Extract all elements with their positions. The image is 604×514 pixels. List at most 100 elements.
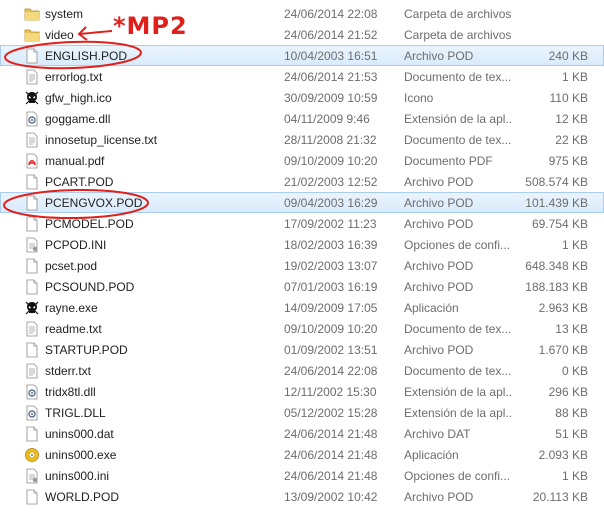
text-file-icon	[24, 321, 40, 337]
file-name: PCPOD.INI	[45, 238, 107, 252]
file-type: Aplicación	[404, 448, 459, 462]
file-type: Archivo DAT	[404, 427, 471, 441]
file-row[interactable]: rayne.exe 14/09/2009 17:05 Aplicación 2.963…	[0, 297, 604, 318]
file-date: 28/11/2008 21:32	[284, 133, 377, 147]
folder-icon	[24, 27, 40, 43]
file-date: 24/06/2014 21:52	[284, 28, 378, 42]
file-row[interactable]: pcset.pod 19/02/2003 13:07 Archivo POD 648.…	[0, 255, 604, 276]
file-row[interactable]: unins000.exe 24/06/2014 21:48 Aplicación 2.…	[0, 444, 604, 465]
file-size: 240 KB	[548, 49, 588, 63]
file-type: Extensión de la apl...	[404, 112, 512, 126]
file-date: 19/02/2003 13:07	[284, 259, 378, 273]
file-list: system 24/06/2014 22:08 Carpeta de archivo…	[0, 3, 604, 507]
file-size: 975 KB	[548, 154, 588, 168]
file-row[interactable]: PCSOUND.POD 07/01/2003 16:19 Archivo POD 18…	[0, 276, 604, 297]
file-row[interactable]: unins000.ini 24/06/2014 21:48 Opciones de …	[0, 465, 604, 486]
file-row[interactable]: PCMODEL.POD 17/09/2002 11:23 Archivo POD 69…	[0, 213, 604, 234]
file-type: Documento de tex...	[404, 70, 512, 84]
dll-file-icon	[24, 384, 40, 400]
file-name: readme.txt	[45, 322, 102, 336]
file-row[interactable]: STARTUP.POD 01/09/2002 13:51 Archivo POD 1.…	[0, 339, 604, 360]
file-type: Opciones de confi...	[404, 238, 511, 252]
file-type: Archivo POD	[404, 280, 474, 294]
file-type: Documento de tex...	[404, 322, 512, 336]
file-type: Archivo POD	[404, 49, 474, 63]
text-file-icon	[24, 69, 40, 85]
pdf-file-icon	[24, 153, 40, 169]
file-date: 24/06/2014 21:53	[284, 70, 378, 84]
file-row[interactable]: PCENGVOX.POD 09/04/2003 16:29 Archivo POD 1…	[0, 192, 604, 213]
ini-file-icon	[24, 237, 40, 253]
file-icon	[24, 426, 40, 442]
file-type: Aplicación	[404, 301, 459, 315]
file-row[interactable]: goggame.dll 04/11/2009 9:46 Extensión de l…	[0, 108, 604, 129]
file-name: PCSOUND.POD	[45, 280, 135, 294]
file-type: Archivo POD	[404, 343, 474, 357]
file-type: Documento de tex...	[404, 133, 512, 147]
file-name: unins000.ini	[45, 469, 110, 483]
file-row[interactable]: innosetup_license.txt 28/11/2008 21:32 Doc…	[0, 129, 604, 150]
file-row[interactable]: stderr.txt 24/06/2014 22:08 Documento de t…	[0, 360, 604, 381]
file-date: 04/11/2009 9:46	[284, 112, 370, 126]
ini-file-icon	[24, 468, 40, 484]
file-date: 13/09/2002 10:42	[284, 490, 378, 504]
file-row[interactable]: PCPOD.INI 18/02/2003 16:39 Opciones de con…	[0, 234, 604, 255]
file-size: 69.754 KB	[531, 217, 588, 231]
file-row[interactable]: unins000.dat 24/06/2014 21:48 Archivo DAT 5…	[0, 423, 604, 444]
file-date: 24/06/2014 22:08	[284, 7, 378, 21]
file-size: 2.963 KB	[538, 301, 588, 315]
file-name: errorlog.txt	[45, 70, 103, 84]
dll-file-icon	[24, 405, 40, 421]
file-type: Archivo POD	[404, 196, 474, 210]
file-type: Archivo POD	[404, 490, 474, 504]
file-name: goggame.dll	[45, 112, 111, 126]
file-icon	[24, 195, 40, 211]
annotation-text: *MP2	[113, 12, 188, 40]
file-size: 51 KB	[555, 427, 588, 441]
file-date: 12/11/2002 15:30	[284, 385, 377, 399]
file-row[interactable]: TRIGL.DLL 05/12/2002 15:28 Extensión de la…	[0, 402, 604, 423]
file-size: 101.439 KB	[525, 196, 588, 210]
file-icon	[24, 342, 40, 358]
file-name: gfw_high.ico	[45, 91, 112, 105]
file-date: 24/06/2014 21:48	[284, 469, 378, 483]
file-type: Archivo POD	[404, 175, 474, 189]
file-row[interactable]: readme.txt 09/10/2009 10:20 Documento de t…	[0, 318, 604, 339]
file-type: Extensión de la apl...	[404, 385, 512, 399]
file-date: 14/09/2009 17:05	[284, 301, 378, 315]
file-type: Archivo POD	[404, 259, 474, 273]
file-size: 1.670 KB	[538, 343, 588, 357]
file-date: 18/02/2003 16:39	[284, 238, 378, 252]
file-icon	[24, 216, 40, 232]
file-name: manual.pdf	[45, 154, 105, 168]
file-size: 1 KB	[561, 70, 588, 84]
file-row[interactable]: errorlog.txt 24/06/2014 21:53 Documento de…	[0, 66, 604, 87]
file-row[interactable]: gfw_high.ico 30/09/2009 10:59 Icono 110 KB	[0, 87, 604, 108]
file-size: 110 KB	[549, 91, 588, 105]
file-row[interactable]: ENGLISH.POD 10/04/2003 16:51 Archivo POD 24…	[0, 45, 604, 66]
file-row[interactable]: PCART.POD 21/02/2003 12:52 Archivo POD 508.…	[0, 171, 604, 192]
file-date: 05/12/2002 15:28	[284, 406, 378, 420]
file-row[interactable]: system 24/06/2014 22:08 Carpeta de archivo…	[0, 3, 604, 24]
file-size: 1 KB	[561, 238, 588, 252]
file-size: 22 KB	[555, 133, 588, 147]
file-date: 21/02/2003 12:52	[284, 175, 378, 189]
file-type: Archivo POD	[404, 217, 474, 231]
skull-icon	[24, 90, 40, 106]
file-date: 24/06/2014 21:48	[284, 427, 378, 441]
file-date: 24/06/2014 21:48	[284, 448, 378, 462]
file-name: STARTUP.POD	[45, 343, 128, 357]
file-row[interactable]: video 24/06/2014 21:52 Carpeta de archivos	[0, 24, 604, 45]
file-size: 88 KB	[555, 406, 588, 420]
file-name: PCART.POD	[45, 175, 114, 189]
file-type: Documento de tex...	[404, 364, 512, 378]
file-row[interactable]: manual.pdf 09/10/2009 10:20 Documento PDF 9…	[0, 150, 604, 171]
file-name: innosetup_license.txt	[45, 133, 158, 147]
file-name: pcset.pod	[45, 259, 98, 273]
file-name: unins000.exe	[45, 448, 117, 462]
file-name: unins000.dat	[45, 427, 114, 441]
file-row[interactable]: tridx8tl.dll 12/11/2002 15:30 Extensión de…	[0, 381, 604, 402]
file-size: 188.183 KB	[525, 280, 588, 294]
file-row[interactable]: WORLD.POD 13/09/2002 10:42 Archivo POD 20.1…	[0, 486, 604, 507]
file-name: TRIGL.DLL	[45, 406, 106, 420]
